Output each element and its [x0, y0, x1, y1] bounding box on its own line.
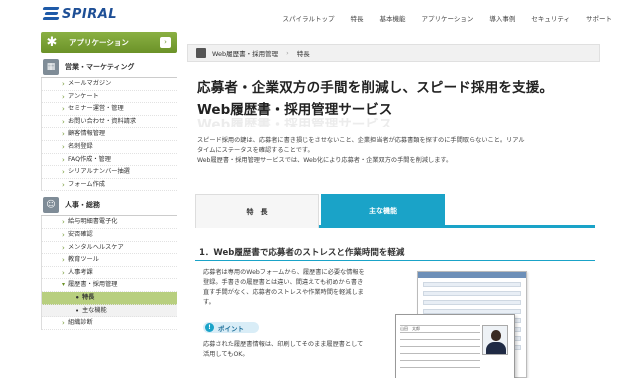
puzzle-icon: ✱ [46, 35, 58, 50]
logo-text: SPIRAL [62, 6, 118, 22]
section-body: 応募者は専用のWebフォームから、履歴書に必要な情報を 登録。手書きの履歴書とは… [203, 268, 413, 308]
section-title: 営業・マーケティング [65, 62, 135, 71]
home-icon[interactable] [196, 48, 206, 58]
description-line: Web履歴書・採用管理サービスでは、Web化により応募者・企業双方の手間を削減し… [197, 157, 453, 164]
title-reflection: Web履歴書・採用管理サービス [197, 118, 393, 127]
sales-menu: メールマガジン アンケート セミナー運営・管理 お問い合わせ・資料請求 顧客情報… [41, 78, 177, 192]
sidebar-item-customer-info[interactable]: 顧客情報管理 [42, 128, 177, 141]
hero: 応募者・企業双方の手間を削減し、スピード採用を支援。 Web履歴書・採用管理サー… [197, 76, 600, 127]
application-title: アプリケーション [69, 38, 129, 47]
tab-features[interactable]: 特 長 [195, 194, 319, 228]
tab-main-functions[interactable]: 主な機能 [321, 194, 445, 228]
sidebar: ✱ アプリケーション › ▦ 営業・マーケティング メールマガジン アンケート … [41, 32, 177, 378]
sidebar-item-faq[interactable]: FAQ作成・管理 [42, 154, 177, 167]
body-line: 登録。手書きの履歴書とは違い、間違えても初めから書き [203, 279, 364, 286]
sidebar-item-payslip[interactable]: 給与明細書電子化 [42, 216, 177, 229]
description-line: タイムにステータスを確認することです。 [197, 147, 314, 154]
nav-features[interactable]: 特長 [343, 13, 372, 23]
nav-support[interactable]: サポート [578, 13, 620, 23]
intro-description: スピード採用の鍵は、応募者に書き損じをさせないこと、企業担当者が応募書類を探すの… [197, 136, 597, 166]
sidebar-item-form-builder[interactable]: フォーム作成 [42, 179, 177, 192]
description-line: スピード採用の鍵は、応募者に書き損じをさせないこと、企業担当者が応募書類を探すの… [197, 137, 525, 144]
resume-illustration: 山田 太郎 [395, 314, 515, 378]
point-line: 活用してもOK。 [203, 351, 249, 358]
application-header[interactable]: ✱ アプリケーション › [41, 32, 177, 53]
sidebar-item-education[interactable]: 教育ツール [42, 254, 177, 267]
building-icon: ▦ [43, 58, 59, 75]
section-title: 人事・総務 [65, 200, 100, 209]
spiral-logo-icon [42, 6, 60, 22]
point-body: 応募された履歴書情報は、印刷してそのまま履歴書として 活用してもOK。 [203, 340, 413, 360]
body-line: 応募者は専用のWebフォームから、履歴書に必要な情報を [203, 269, 365, 276]
nav-case-studies[interactable]: 導入事例 [481, 13, 523, 23]
point-badge: ! ポイント [203, 322, 259, 333]
applicant-photo [482, 325, 508, 355]
breadcrumb-child: 特長 [296, 50, 310, 58]
tab-bar: 特 長 主な機能 [195, 194, 595, 228]
sidebar-item-mental-health[interactable]: メンタルヘルスケア [42, 242, 177, 255]
sidebar-item-mail-magazine[interactable]: メールマガジン [42, 78, 177, 91]
people-icon: ☺ [43, 196, 59, 213]
point-line: 応募された履歴書情報は、印刷してそのまま履歴書として [203, 341, 364, 348]
body-line: 直す手間がなく、応募者のストレスや作業時間を軽減しま [203, 289, 364, 296]
spiral-logo[interactable]: SPIRAL [42, 6, 118, 22]
sidebar-item-evaluation[interactable]: 人事考課 [42, 267, 177, 280]
nav-spiral-top[interactable]: スパイラルトップ [275, 13, 343, 23]
nav-basic-functions[interactable]: 基本機能 [372, 13, 414, 23]
main-content: Web履歴書・採用管理 › 特長 応募者・企業双方の手間を削減し、スピード採用を… [187, 32, 600, 378]
breadcrumb-current[interactable]: Web履歴書・採用管理 [212, 48, 278, 58]
sidebar-item-resume[interactable]: 履歴書・採用管理 [42, 279, 177, 292]
section-sales-marketing: ▦ 営業・マーケティング [41, 56, 177, 78]
sidebar-item-seminar[interactable]: セミナー運営・管理 [42, 103, 177, 116]
lightbulb-icon: ! [205, 323, 214, 332]
page-headline: 応募者・企業双方の手間を削減し、スピード採用を支援。 [197, 80, 554, 96]
nav-applications[interactable]: アプリケーション [414, 13, 482, 23]
section-divider [195, 260, 595, 261]
breadcrumb-separator: › [286, 49, 289, 57]
sidebar-item-org-diagnosis[interactable]: 組織診断 [42, 317, 177, 330]
sidebar-item-serial-lottery[interactable]: シリアルナンバー抽選 [42, 166, 177, 179]
section-heading: 1．Web履歴書で応募者のストレスと作業時間を軽減 [199, 248, 405, 258]
nav-security[interactable]: セキュリティ [523, 13, 578, 23]
top-navigation: スパイラルトップ 特長 基本機能 アプリケーション 導入事例 セキュリティ サポ… [275, 13, 621, 23]
chevron-right-icon[interactable]: › [160, 37, 171, 48]
body-line: す。 [203, 299, 215, 306]
sidebar-item-survey[interactable]: アンケート [42, 91, 177, 104]
breadcrumb: Web履歴書・採用管理 › 特長 [187, 44, 600, 62]
sidebar-item-inquiry[interactable]: お問い合わせ・資料請求 [42, 116, 177, 129]
point-label: ポイント [218, 324, 244, 333]
sidebar-item-safety-check[interactable]: 安否確認 [42, 229, 177, 242]
site-header: SPIRAL スパイラルトップ 特長 基本機能 アプリケーション 導入事例 セキ… [0, 0, 640, 30]
sidebar-item-business-card[interactable]: 名刺登録 [42, 141, 177, 154]
sidebar-subitem-main-functions[interactable]: 主な機能 [42, 304, 177, 318]
resume-name: 山田 太郎 [400, 326, 480, 333]
section-hr-general: ☺ 人事・総務 [41, 194, 177, 217]
page-title: Web履歴書・採用管理サービス [197, 102, 393, 118]
sidebar-subitem-features[interactable]: 特長 [42, 291, 177, 305]
hr-menu: 給与明細書電子化 安否確認 メンタルヘルスケア 教育ツール 人事考課 履歴書・採… [41, 216, 177, 330]
